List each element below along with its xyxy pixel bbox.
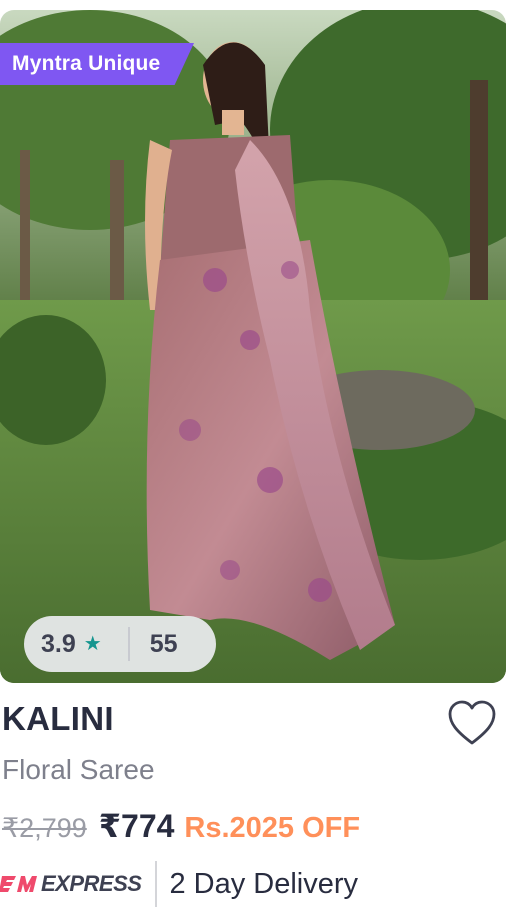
- product-card[interactable]: Myntra Unique 3.9 ★ 55 KALINI Floral Sar…: [0, 0, 512, 920]
- rating-divider: [127, 627, 130, 661]
- product-name[interactable]: Floral Saree: [2, 754, 155, 786]
- delivery-divider: [155, 861, 158, 907]
- brand-name[interactable]: KALINI: [2, 700, 114, 738]
- express-logo-icon: [0, 876, 37, 892]
- product-image[interactable]: Myntra Unique 3.9 ★ 55: [0, 10, 506, 683]
- heart-outline-icon[interactable]: [446, 698, 498, 750]
- myntra-unique-badge: Myntra Unique: [0, 43, 194, 85]
- rating-value: 3.9: [41, 629, 76, 658]
- rating-pill[interactable]: 3.9 ★ 55: [24, 616, 216, 672]
- product-photo-illustration: [0, 10, 506, 683]
- rating-count: 55: [149, 629, 178, 658]
- selling-price: ₹774: [98, 808, 175, 844]
- delivery-text: 2 Day Delivery: [169, 867, 358, 900]
- delivery-row: EXPRESS 2 Day Delivery: [0, 858, 358, 910]
- price-row: ₹2,799 ₹774 Rs.2025 OFF: [2, 807, 360, 851]
- express-logo: EXPRESS: [0, 871, 142, 897]
- discount-label: Rs.2025 OFF: [184, 812, 361, 844]
- mrp-price: ₹2,799: [2, 813, 87, 843]
- star-icon: ★: [83, 633, 102, 655]
- express-label: EXPRESS: [41, 871, 142, 896]
